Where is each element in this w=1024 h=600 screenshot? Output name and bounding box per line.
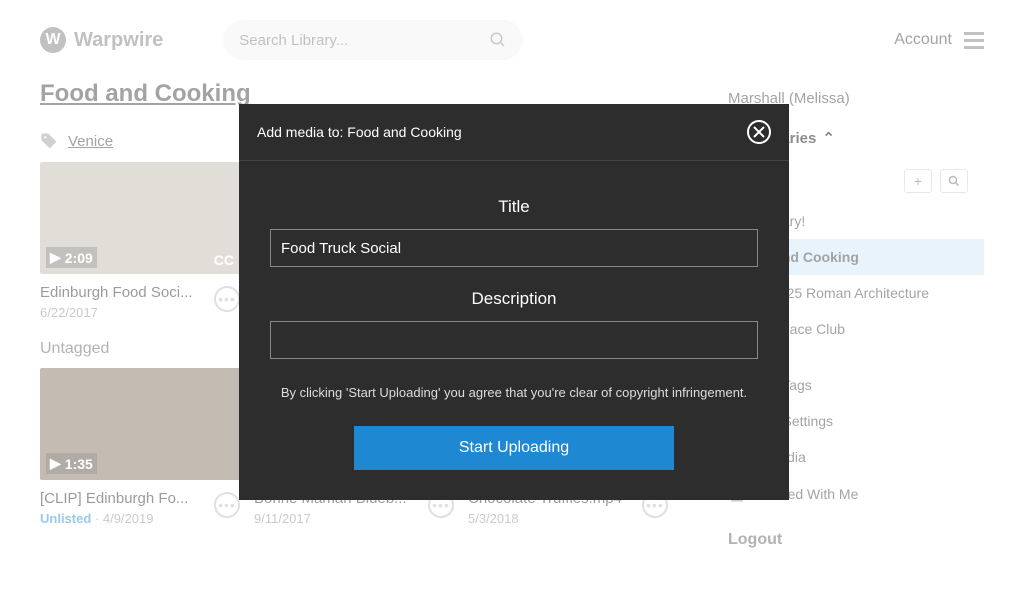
title-label: Title <box>498 197 530 217</box>
modal-title: Add media to: Food and Cooking <box>257 124 462 140</box>
start-uploading-button[interactable]: Start Uploading <box>354 426 674 470</box>
close-button[interactable] <box>747 120 771 144</box>
add-media-modal: Add media to: Food and Cooking Title Des… <box>239 104 789 500</box>
close-icon <box>753 126 765 138</box>
modal-header: Add media to: Food and Cooking <box>239 104 789 161</box>
modal-body: Title Description By clicking 'Start Upl… <box>239 161 789 500</box>
disclaimer-text: By clicking 'Start Uploading' you agree … <box>281 385 747 400</box>
description-input[interactable] <box>270 321 758 359</box>
title-input[interactable] <box>270 229 758 267</box>
description-label: Description <box>471 289 556 309</box>
